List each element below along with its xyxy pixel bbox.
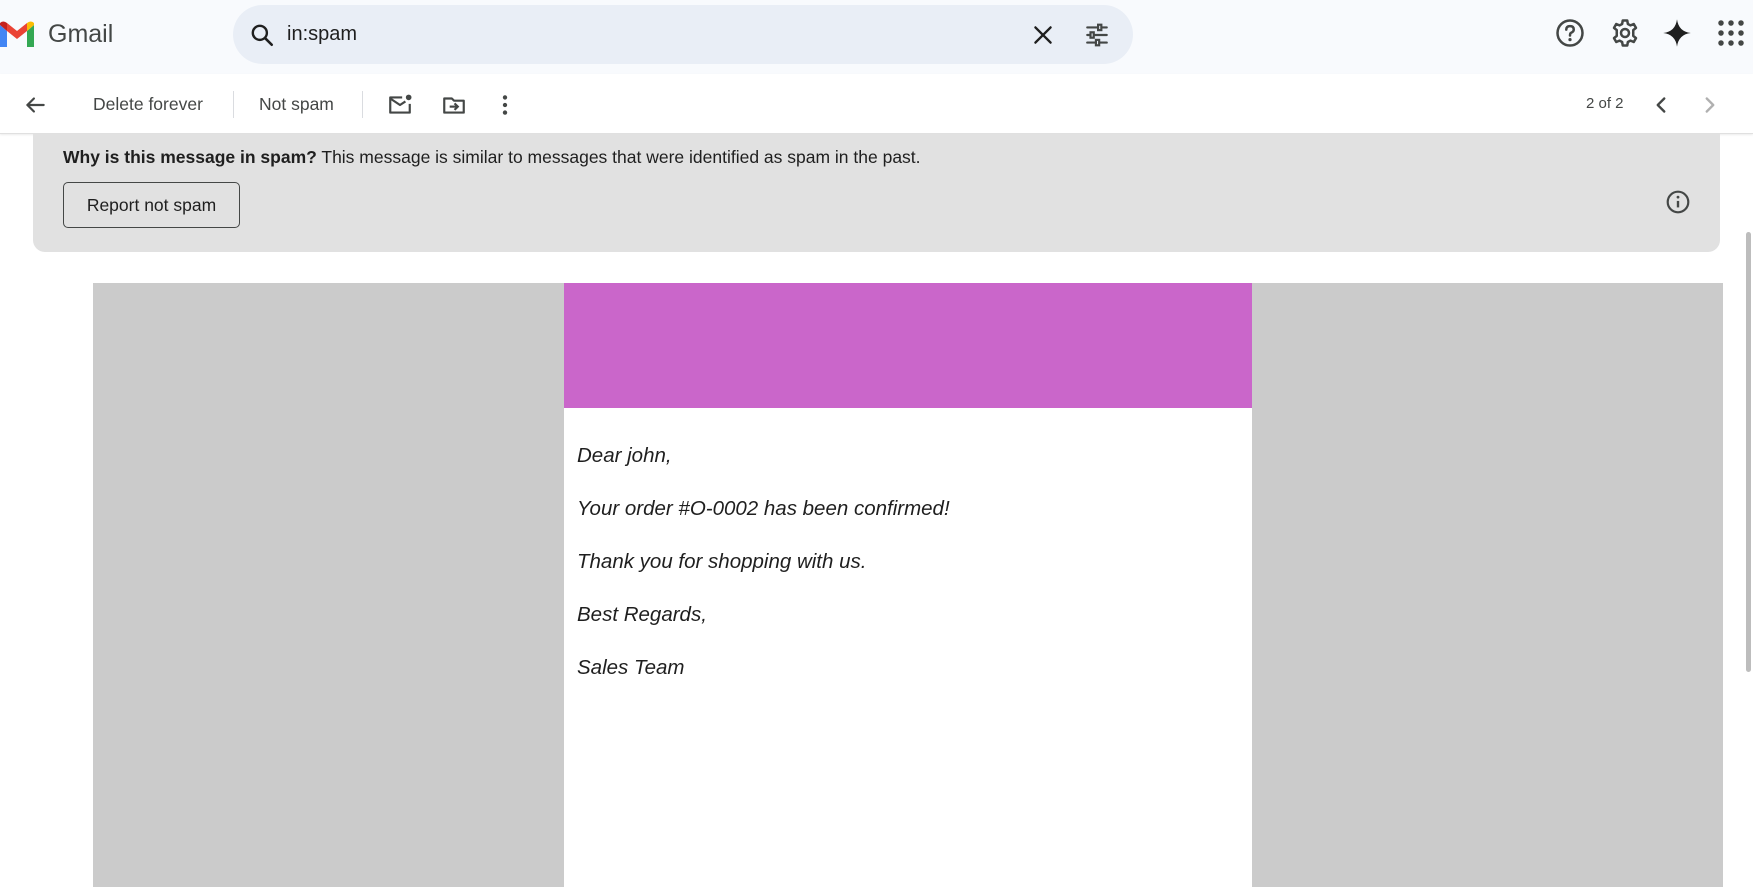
email-body-container: Dear john, Your order #O-0002 has been c… <box>93 283 1723 887</box>
email-thanks: Thank you for shopping with us. <box>577 550 867 573</box>
clear-search-icon[interactable] <box>1030 22 1056 48</box>
toolbar-divider <box>233 91 234 118</box>
spam-reason-question: Why is this message in spam? <box>63 147 317 167</box>
email-signoff: Best Regards, <box>577 603 707 626</box>
gemini-sparkle-icon[interactable] <box>1662 18 1692 48</box>
email-signature: Sales Team <box>577 656 685 679</box>
gmail-logo[interactable]: Gmail <box>0 18 113 50</box>
next-icon[interactable] <box>1697 92 1723 118</box>
apps-grid-icon[interactable] <box>1716 18 1746 48</box>
search-input[interactable] <box>287 19 987 49</box>
move-to-icon[interactable] <box>441 92 467 118</box>
delete-forever-button[interactable]: Delete forever <box>93 94 203 115</box>
message-toolbar: Delete forever Not spam 2 of 2 <box>0 74 1753 134</box>
search-options-icon[interactable] <box>1083 22 1111 48</box>
email-header-banner <box>564 283 1252 408</box>
help-icon[interactable] <box>1555 18 1585 48</box>
spam-reason-text: This message is similar to messages that… <box>321 147 921 167</box>
not-spam-button[interactable]: Not spam <box>259 94 334 115</box>
gmail-m-icon <box>0 21 34 47</box>
spam-reason: Why is this message in spam? This messag… <box>63 147 921 168</box>
email-greeting: Dear john, <box>577 444 672 467</box>
search-bar <box>233 5 1133 64</box>
spam-warning-banner: Why is this message in spam? This messag… <box>33 134 1720 252</box>
mark-unread-icon[interactable] <box>387 92 413 118</box>
settings-icon[interactable] <box>1610 18 1640 48</box>
back-arrow-icon[interactable] <box>22 92 48 118</box>
email-content-column: Dear john, Your order #O-0002 has been c… <box>564 283 1252 887</box>
toolbar-divider <box>362 91 363 118</box>
more-options-icon[interactable] <box>492 92 518 118</box>
top-bar: Gmail <box>0 0 1753 68</box>
gmail-wordmark: Gmail <box>48 19 114 48</box>
search-icon[interactable] <box>249 22 275 48</box>
previous-icon[interactable] <box>1648 92 1674 118</box>
pagination-count: 2 of 2 <box>1586 95 1624 112</box>
email-order-confirmation: Your order #O-0002 has been confirmed! <box>577 497 950 520</box>
scrollbar[interactable] <box>1746 232 1751 672</box>
report-not-spam-button[interactable]: Report not spam <box>63 182 240 228</box>
info-icon[interactable] <box>1665 189 1691 215</box>
